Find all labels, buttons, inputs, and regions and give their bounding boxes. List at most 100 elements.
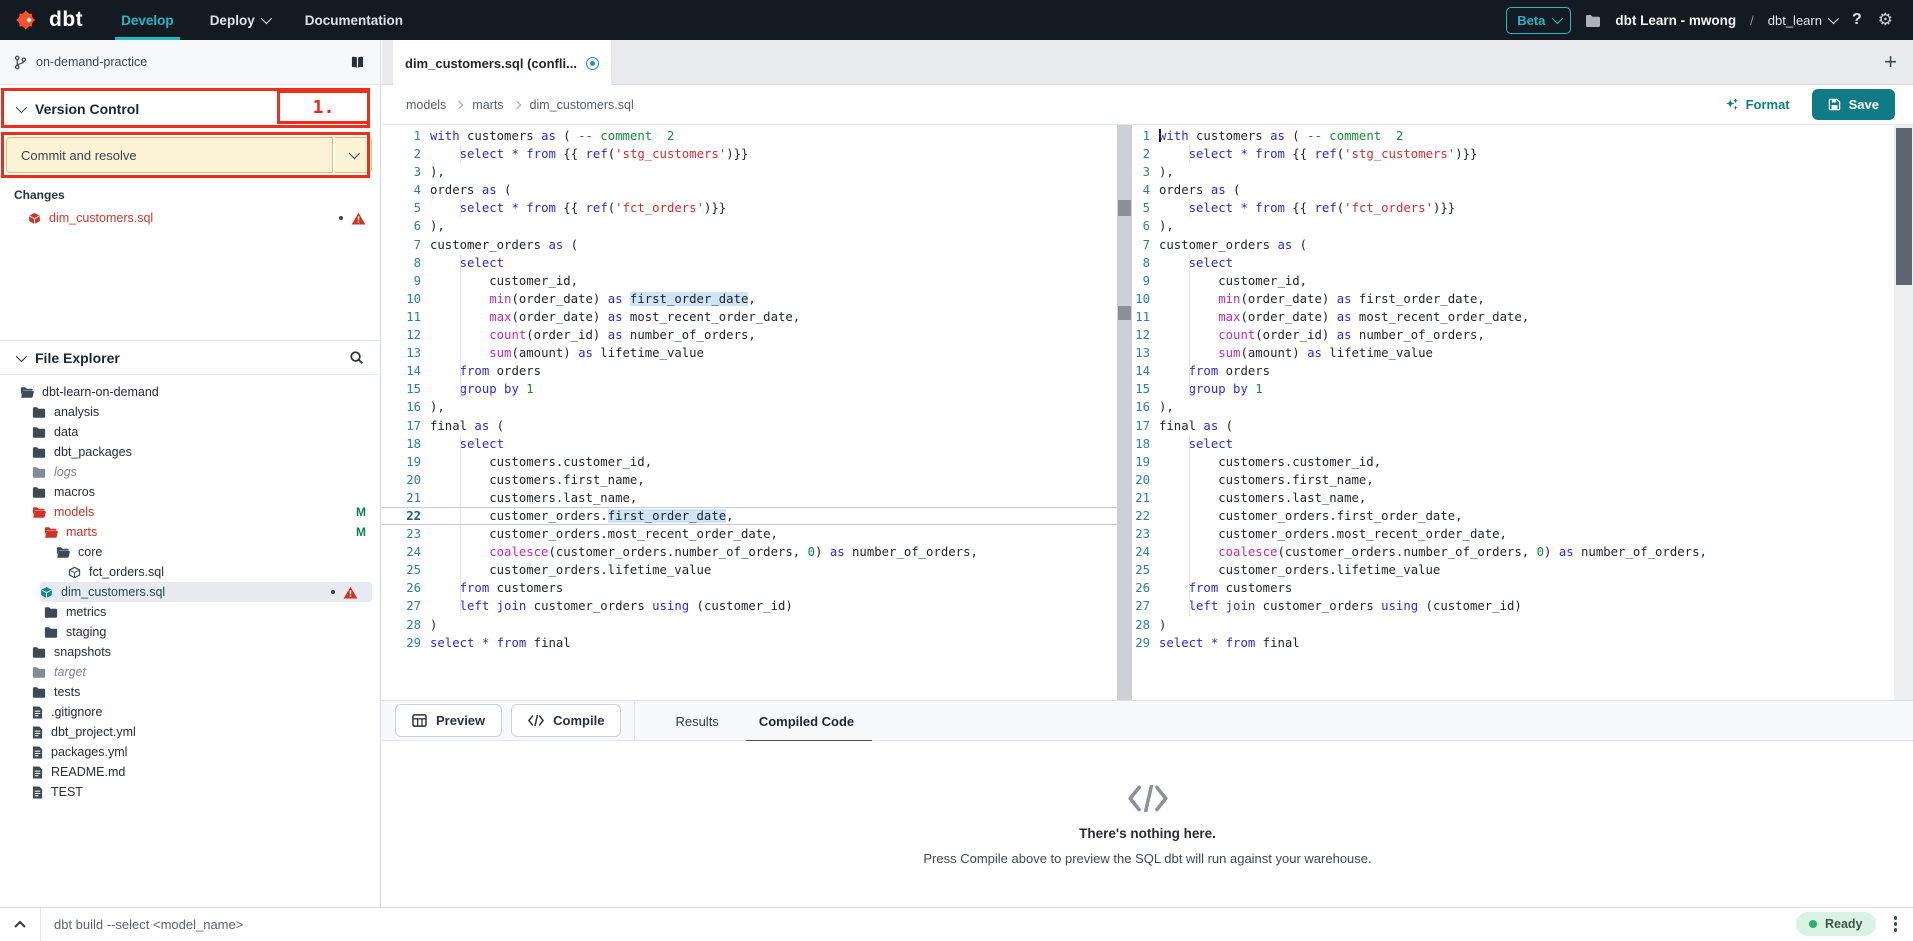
file-tree-label: models: [54, 505, 94, 519]
file-tree-item-dbt-project-yml[interactable]: dbt_project.yml: [0, 722, 380, 742]
file-tree-item-readme-md[interactable]: README.md: [0, 762, 380, 782]
help-icon[interactable]: ?: [1850, 11, 1864, 29]
line-number: 21: [382, 489, 430, 507]
file-tree-item-data[interactable]: data: [0, 422, 380, 442]
file-tree-label: packages.yml: [51, 745, 127, 759]
file-tree-label: core: [78, 545, 102, 559]
dbt-cloud-ide: dbt DevelopDeployDocumentation Beta dbt …: [0, 0, 1913, 940]
file-tree-item-target[interactable]: target: [0, 662, 380, 682]
file-tree-label: tests: [54, 685, 80, 699]
file-tree-item-marts[interactable]: martsM: [0, 522, 380, 542]
format-button[interactable]: Format: [1725, 97, 1790, 112]
save-button[interactable]: Save: [1812, 89, 1895, 120]
chevron-down-icon: [1828, 13, 1839, 24]
chevron-up-icon[interactable]: [0, 920, 40, 929]
line-number: 29: [1133, 634, 1159, 652]
code-line: 5 select * from {{ ref('fct_orders')}}: [382, 199, 1117, 217]
breadcrumb-item[interactable]: dim_customers.sql: [530, 98, 634, 112]
file-tree-item-dim-customers-sql[interactable]: dim_customers.sql: [40, 582, 372, 602]
docs-book-icon[interactable]: [349, 56, 366, 69]
breadcrumb-item[interactable]: models: [406, 98, 446, 112]
line-content: customer_id,: [1159, 272, 1307, 290]
file-tree-item-logs[interactable]: logs: [0, 462, 380, 482]
file-tree-item-snapshots[interactable]: snapshots: [0, 642, 380, 662]
file-tree-item-core[interactable]: core: [0, 542, 380, 562]
nav-item-develop[interactable]: Develop: [103, 0, 192, 40]
indent-guide: [1189, 561, 1190, 579]
line-number: 19: [1133, 453, 1159, 471]
file-tree-item-tests[interactable]: tests: [0, 682, 380, 702]
panel-tab-results[interactable]: Results: [675, 701, 718, 742]
line-number: 22: [1133, 507, 1159, 525]
line-content: count(order_id) as number_of_orders,: [430, 326, 756, 344]
file-tree-item-test[interactable]: TEST: [0, 782, 380, 802]
line-number: 16: [1133, 398, 1159, 416]
line-content: coalesce(customer_orders.number_of_order…: [430, 543, 978, 561]
line-number: 9: [1133, 272, 1159, 290]
file-tree-item-analysis[interactable]: analysis: [0, 402, 380, 422]
indent-guide: [1189, 272, 1190, 290]
indent-guide: [1189, 199, 1190, 217]
indent-guide: [460, 380, 461, 398]
environment-selector[interactable]: dbt_learn: [1768, 13, 1836, 28]
line-number: 9: [382, 272, 430, 290]
command-input[interactable]: dbt build --select <model_name>: [54, 917, 1796, 932]
line-number: 4: [1133, 181, 1159, 199]
branch-row[interactable]: on-demand-practice: [0, 40, 380, 85]
save-label: Save: [1849, 97, 1879, 112]
compile-button[interactable]: Compile: [511, 704, 621, 737]
line-content: select * from {{ ref('stg_customers')}}: [1159, 145, 1477, 163]
line-number: 2: [1133, 145, 1159, 163]
tab-dim-customers[interactable]: dim_customers.sql (confli...: [393, 40, 611, 86]
code-pane-left[interactable]: 1with customers as ( -- comment 22 selec…: [382, 125, 1117, 700]
file-tree-item-staging[interactable]: staging: [0, 622, 380, 642]
folder-open-icon: [32, 506, 46, 518]
file-tree-label: README.md: [51, 765, 125, 779]
code-line: 6),: [1133, 217, 1913, 235]
project-name[interactable]: dbt Learn - mwong: [1615, 13, 1736, 28]
code-pane-right[interactable]: 1with customers as ( -- comment 22 selec…: [1133, 125, 1913, 700]
beta-badge[interactable]: Beta: [1506, 7, 1571, 34]
code-line: 26 from customers: [1133, 579, 1913, 597]
commit-and-resolve-button[interactable]: Commit and resolve: [6, 137, 333, 173]
breadcrumb-item[interactable]: marts: [472, 98, 503, 112]
dbt-logo[interactable]: dbt: [0, 7, 103, 33]
commit-dropdown-button[interactable]: [335, 137, 372, 173]
file-tree-label: staging: [66, 625, 106, 639]
search-icon[interactable]: [349, 350, 364, 365]
file-tree-item-fct-orders-sql[interactable]: fct_orders.sql: [0, 562, 380, 582]
nav-item-documentation[interactable]: Documentation: [287, 0, 421, 40]
right-pane-scroll-track[interactable]: [1894, 125, 1913, 700]
file-tree-item-dbt-learn-on-demand[interactable]: dbt-learn-on-demand: [0, 382, 380, 402]
panel-tab-compiled-code[interactable]: Compiled Code: [759, 701, 854, 742]
file-tree-item--gitignore[interactable]: .gitignore: [0, 702, 380, 722]
tab-title: dim_customers.sql (confli...: [405, 56, 577, 71]
file-tree-item-macros[interactable]: macros: [0, 482, 380, 502]
preview-button[interactable]: Preview: [395, 704, 502, 737]
code-line: 26 from customers: [382, 579, 1117, 597]
changed-file-row[interactable]: dim_customers.sql: [0, 206, 380, 230]
left-pane-scrollbar[interactable]: [1117, 125, 1132, 700]
kebab-menu-icon[interactable]: [1894, 916, 1898, 932]
line-number: 3: [1133, 163, 1159, 181]
file-tree-item-packages-yml[interactable]: packages.yml: [0, 742, 380, 762]
file-tree-item-dbt-packages[interactable]: dbt_packages: [0, 442, 380, 462]
chevron-down-icon: [260, 13, 271, 24]
code-line: 24 coalesce(customer_orders.number_of_or…: [1133, 543, 1913, 561]
new-tab-icon[interactable]: +: [1884, 51, 1897, 73]
file-explorer-header[interactable]: File Explorer: [0, 340, 380, 375]
nav-item-deploy[interactable]: Deploy: [192, 0, 287, 40]
line-number: 5: [382, 199, 430, 217]
code-line: 14 from orders: [382, 362, 1117, 380]
indent-guide: [1189, 362, 1190, 380]
editor-tab-bar: dim_customers.sql (confli... +: [382, 40, 1913, 85]
code-line: 27 left join customer_orders using (cust…: [1133, 597, 1913, 615]
file-tree-item-metrics[interactable]: metrics: [0, 602, 380, 622]
file-tree-item-models[interactable]: modelsM: [0, 502, 380, 522]
indent-guide: [1189, 489, 1190, 507]
right-pane-scroll-thumb[interactable]: [1896, 128, 1912, 285]
file-tree-label: dbt_packages: [54, 445, 132, 459]
code-line: 25 customer_orders.lifetime_value: [382, 561, 1117, 579]
gear-icon[interactable]: ⚙: [1878, 10, 1893, 30]
code-line: 15 group by 1: [382, 380, 1117, 398]
